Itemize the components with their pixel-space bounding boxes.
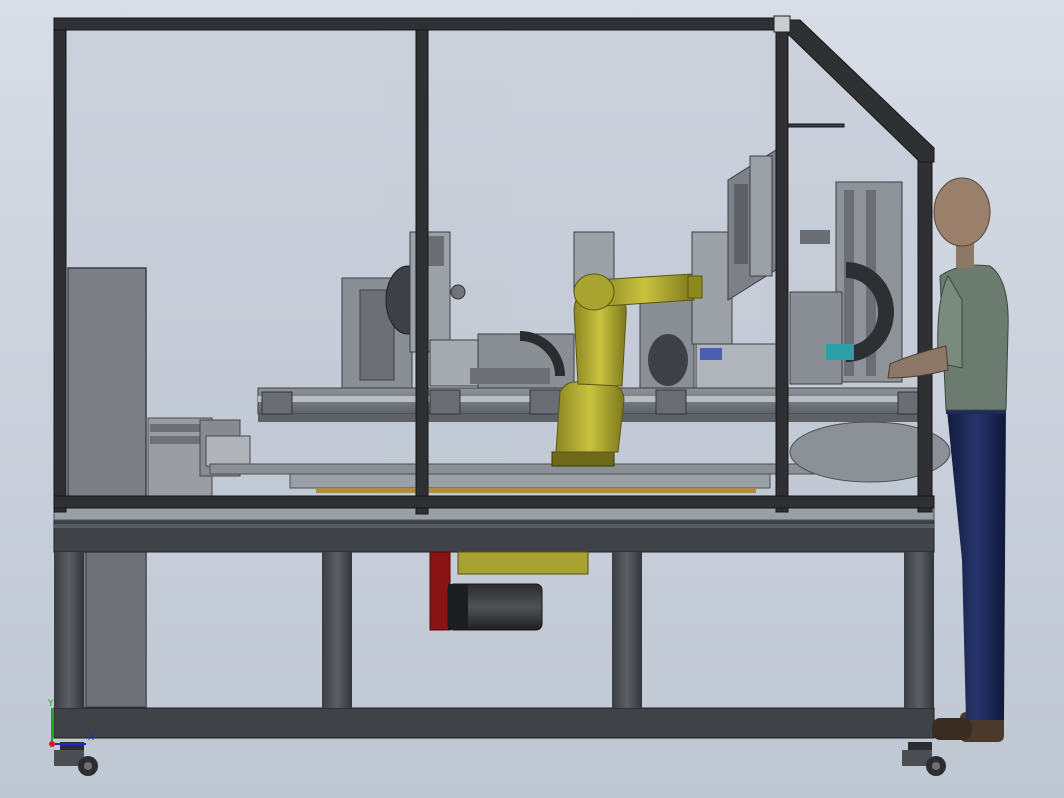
triad-x-label: X <box>88 733 94 743</box>
caster-left <box>54 742 98 776</box>
assembly-drawing: Y X <box>47 15 1009 776</box>
frame-corner-joint <box>773 15 791 33</box>
rotary-drive[interactable] <box>429 551 589 631</box>
cad-viewport[interactable]: Y X <box>0 0 1064 798</box>
triad-y-label: Y <box>47 699 54 709</box>
caster-right <box>902 742 946 776</box>
